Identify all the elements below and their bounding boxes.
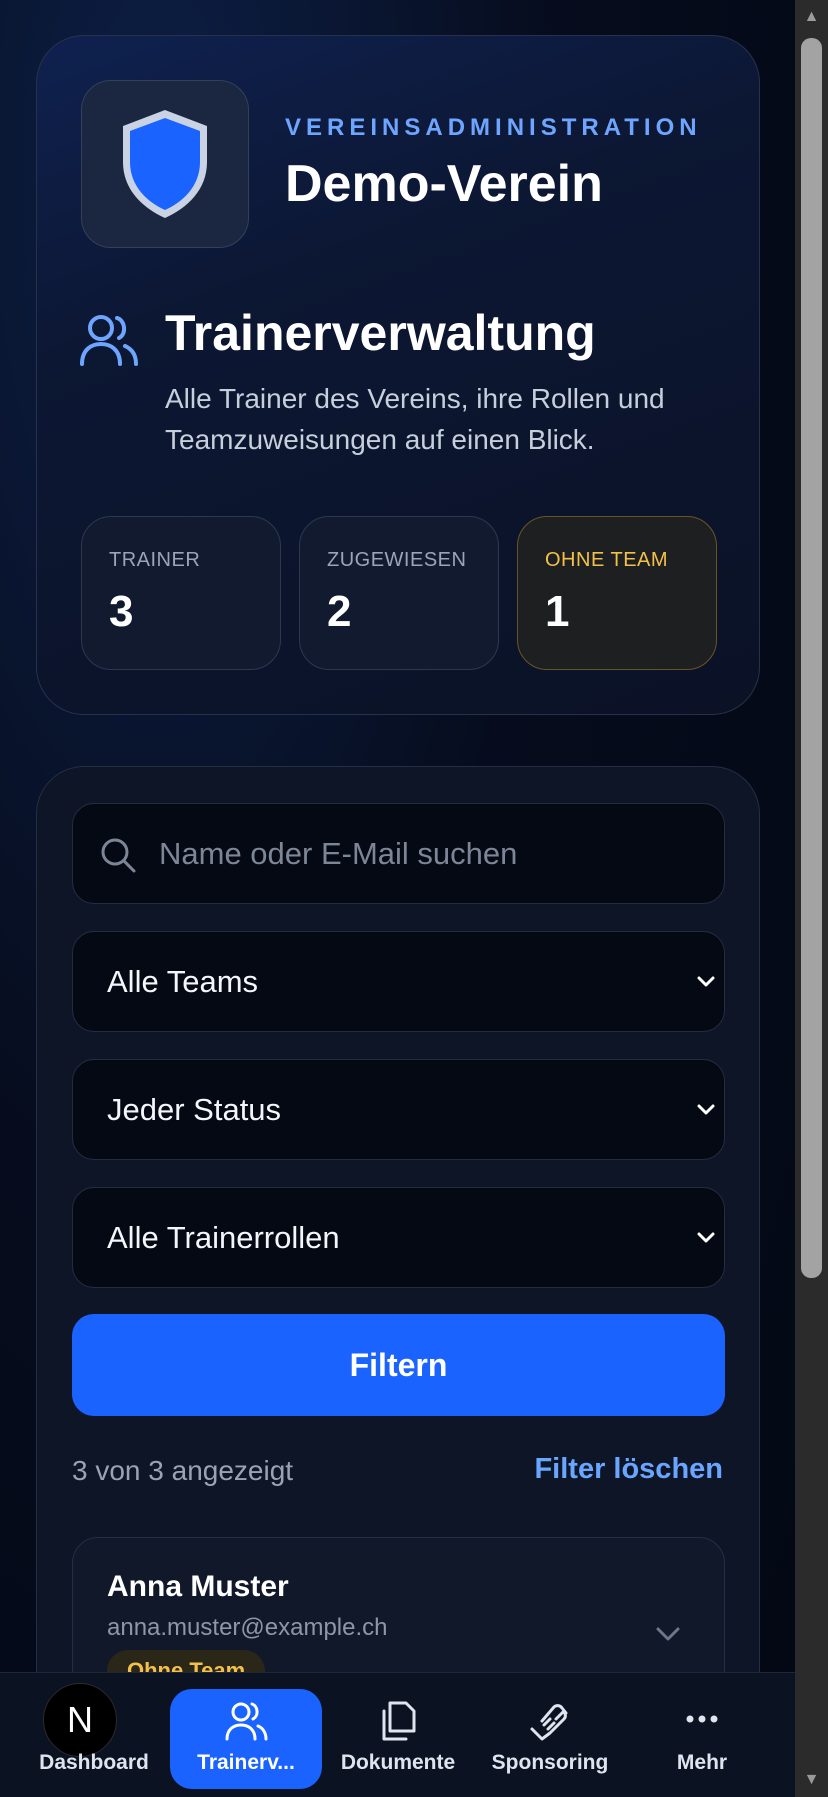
stat-label: OHNE TEAM <box>545 549 669 571</box>
result-count: 3 von 3 angezeigt <box>72 1455 294 1486</box>
club-eyebrow: VEREINSADMINISTRATION <box>285 114 702 141</box>
stat-value: 1 <box>545 587 570 636</box>
team-select-value: Alle Teams <box>107 964 259 999</box>
nav-label: Sponsoring <box>491 1751 609 1774</box>
scroll-up-arrow-icon[interactable]: ▲ <box>795 4 828 30</box>
documents-icon <box>382 1701 416 1741</box>
more-icon <box>686 1715 718 1723</box>
club-header-card: VEREINSADMINISTRATION Demo-Verein Traine… <box>36 35 760 715</box>
users-icon <box>80 315 138 366</box>
nav-label: Mehr <box>676 1751 728 1774</box>
club-logo <box>81 80 249 248</box>
nav-item-sponsoring[interactable]: Sponsoring <box>474 1689 626 1789</box>
team-select[interactable]: Alle Teams <box>72 931 725 1032</box>
bottom-navigation: N Dashboard Trainerv... Dokumente Sponso… <box>0 1672 795 1797</box>
nav-item-trainer[interactable]: Trainerv... <box>170 1689 322 1789</box>
nav-item-documents[interactable]: Dokumente <box>322 1689 474 1789</box>
page-description: Alle Trainer des Vereins, ihre Rollen un… <box>165 383 665 455</box>
scroll-down-arrow-icon[interactable]: ▼ <box>795 1767 828 1793</box>
scrollbar[interactable]: ▲ ▼ <box>795 0 828 1797</box>
nav-label: Dashboard <box>39 1751 149 1774</box>
stat-trainer: TRAINER 3 <box>81 516 281 670</box>
chevron-down-icon <box>697 1104 715 1115</box>
filter-card: Name oder E-Mail suchen Alle Teams Jeder… <box>36 766 760 1797</box>
search-placeholder: Name oder E-Mail suchen <box>159 836 518 871</box>
scroll-thumb[interactable] <box>801 38 822 1278</box>
avatar: N <box>43 1683 117 1757</box>
search-input[interactable]: Name oder E-Mail suchen <box>72 803 725 904</box>
status-select-value: Jeder Status <box>107 1092 282 1127</box>
users-icon <box>225 1702 268 1741</box>
nav-label: Dokumente <box>340 1751 456 1774</box>
page-title: Trainerverwaltung <box>165 305 596 361</box>
nav-label: Trainerv... <box>197 1751 295 1774</box>
club-name: Demo-Verein <box>285 155 603 213</box>
clear-filters-link[interactable]: Filter löschen <box>534 1453 723 1486</box>
filter-button[interactable]: Filtern <box>72 1314 725 1416</box>
handshake-icon <box>530 1704 568 1741</box>
status-select[interactable]: Jeder Status <box>72 1059 725 1160</box>
shield-icon <box>123 110 207 218</box>
nav-item-more[interactable]: Mehr <box>626 1689 778 1789</box>
role-select[interactable]: Alle Trainerrollen <box>72 1187 725 1288</box>
stat-value: 3 <box>109 587 134 636</box>
search-icon <box>101 838 136 873</box>
stat-value: 2 <box>327 587 352 636</box>
chevron-down-icon <box>697 976 715 987</box>
trainer-name: Anna Muster <box>107 1570 289 1603</box>
nav-item-dashboard[interactable]: N Dashboard <box>18 1683 170 1789</box>
trainer-email: anna.muster@example.ch <box>107 1614 388 1641</box>
stat-assigned: ZUGEWIESEN 2 <box>299 516 499 670</box>
stat-without-team: OHNE TEAM 1 <box>517 516 717 670</box>
page: VEREINSADMINISTRATION Demo-Verein Traine… <box>0 0 795 1797</box>
stat-label: ZUGEWIESEN <box>327 549 467 571</box>
chevron-down-icon <box>697 1232 715 1243</box>
chevron-down-icon[interactable] <box>652 1618 684 1650</box>
role-select-value: Alle Trainerrollen <box>107 1220 340 1255</box>
stat-label: TRAINER <box>109 549 201 571</box>
